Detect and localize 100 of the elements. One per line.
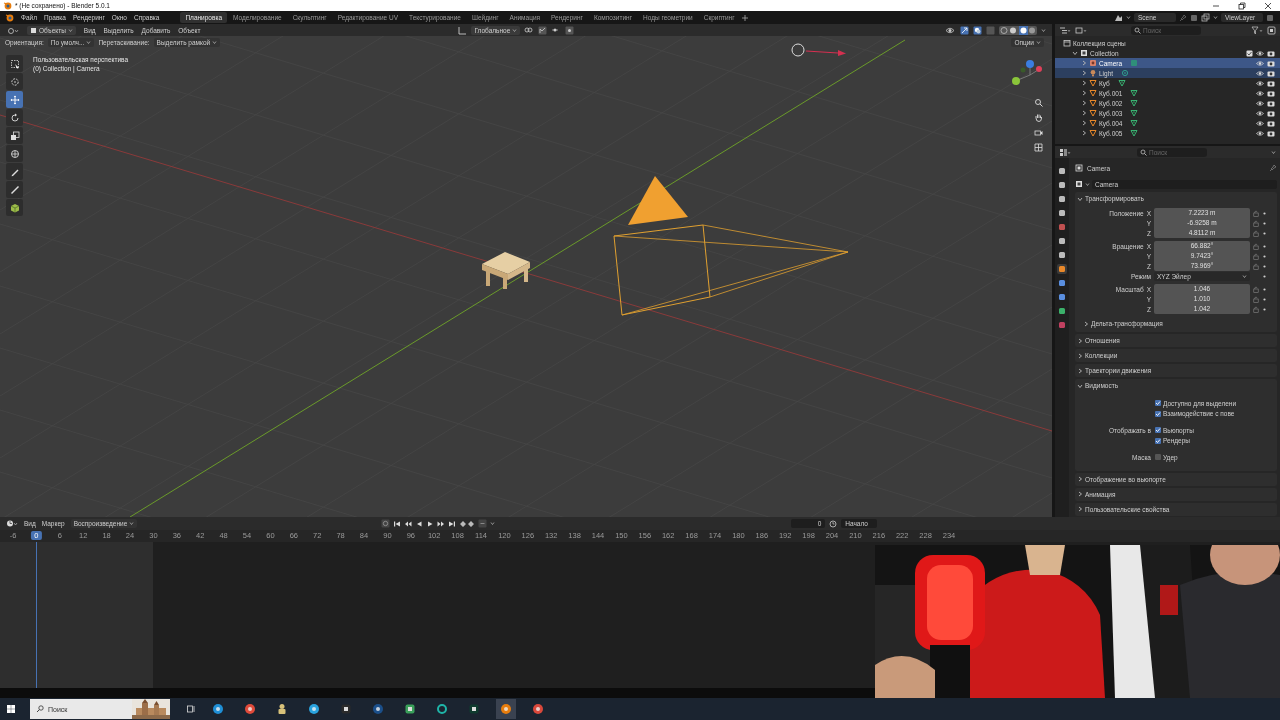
prev-keyframe-icon[interactable] xyxy=(404,519,413,528)
eye-icon[interactable] xyxy=(1256,69,1264,77)
properties-type-icon[interactable] xyxy=(1059,147,1071,157)
mesh-data-icon[interactable] xyxy=(1117,79,1126,87)
keyframe-dot-icon[interactable] xyxy=(1262,306,1267,312)
mesh-data-icon[interactable] xyxy=(1130,129,1139,137)
eye-icon[interactable] xyxy=(1256,59,1264,67)
overlay-icon[interactable] xyxy=(973,25,982,35)
properties-tab-icon[interactable] xyxy=(1057,180,1067,190)
eye-icon[interactable] xyxy=(1256,49,1264,57)
camera-icon[interactable] xyxy=(1267,49,1275,57)
chevron-icon[interactable] xyxy=(1072,50,1078,56)
properties-tab-icon[interactable] xyxy=(1057,208,1067,218)
tool-button[interactable] xyxy=(6,55,23,72)
tool-button[interactable] xyxy=(6,181,23,198)
checkbox-icon[interactable] xyxy=(1246,49,1253,57)
hand-icon[interactable] xyxy=(1034,113,1043,122)
mesh-data-icon[interactable] xyxy=(1130,109,1139,117)
keyframe-icon[interactable] xyxy=(459,519,476,528)
camera-icon[interactable] xyxy=(1267,79,1275,87)
tool-button[interactable] xyxy=(6,199,23,216)
camera-wireframe[interactable] xyxy=(613,176,849,316)
chevron-icon[interactable] xyxy=(1077,476,1083,482)
restore-icon[interactable] xyxy=(1238,1,1246,10)
chevron-icon[interactable] xyxy=(1077,352,1083,359)
tool-button[interactable] xyxy=(6,145,23,162)
chevron-icon[interactable] xyxy=(1077,337,1083,344)
outliner-type-icon[interactable] xyxy=(1059,25,1071,35)
camera-icon[interactable] xyxy=(1267,89,1275,97)
eye-icon[interactable] xyxy=(1256,119,1264,127)
skip-start-icon[interactable] xyxy=(393,519,402,528)
zoom-icon[interactable] xyxy=(1034,98,1043,107)
properties-tab-icon[interactable] xyxy=(1057,166,1067,176)
camera-icon[interactable] xyxy=(1267,109,1275,117)
properties-tab-icon[interactable] xyxy=(1057,236,1067,246)
camera-icon[interactable] xyxy=(1267,129,1275,137)
properties-tab-icon[interactable] xyxy=(1057,250,1067,260)
link-icon[interactable] xyxy=(524,26,535,34)
eye-icon[interactable] xyxy=(1256,89,1264,97)
chevron-icon[interactable] xyxy=(1077,506,1083,512)
properties-tab-icon[interactable] xyxy=(1057,264,1067,274)
grid-icon[interactable] xyxy=(1034,143,1043,152)
light-gizmo[interactable] xyxy=(791,43,805,57)
skip-end-icon[interactable] xyxy=(448,519,457,528)
new-collection-icon[interactable] xyxy=(1267,25,1276,35)
display-mode-icon[interactable] xyxy=(1075,25,1087,35)
camera-icon[interactable] xyxy=(1267,59,1275,67)
mesh-data-icon[interactable] xyxy=(1130,99,1139,107)
pin-icon[interactable] xyxy=(1269,164,1277,172)
properties-tab-icon[interactable] xyxy=(1057,278,1067,288)
chevron-icon[interactable] xyxy=(1077,382,1083,389)
chevron-icon[interactable] xyxy=(1081,130,1087,136)
play-icon[interactable] xyxy=(426,519,435,528)
keyframe-dot-icon[interactable] xyxy=(1262,296,1267,302)
keyframe-dot-icon[interactable] xyxy=(1262,210,1267,216)
copy-icon[interactable] xyxy=(1190,13,1198,22)
mesh-data-icon[interactable] xyxy=(1130,119,1139,127)
keyframe-dot-icon[interactable] xyxy=(1262,253,1267,259)
keyframe-dot-icon[interactable] xyxy=(1262,286,1267,292)
play-reverse-icon[interactable] xyxy=(415,519,424,528)
properties-tab-icon[interactable] xyxy=(1057,292,1067,302)
visibility-icon[interactable] xyxy=(945,25,956,35)
properties-tab-icon[interactable] xyxy=(1057,194,1067,204)
layers-icon[interactable] xyxy=(1201,13,1210,22)
record-icon[interactable] xyxy=(381,519,391,528)
orientation-icon[interactable] xyxy=(458,25,468,35)
camera-icon[interactable] xyxy=(1267,69,1275,77)
keyframe-dot-icon[interactable] xyxy=(1262,263,1267,269)
eye-icon[interactable] xyxy=(1256,109,1264,117)
gizmo-toggle-icon[interactable] xyxy=(960,25,969,35)
chevron-icon[interactable] xyxy=(1081,120,1087,126)
proportional-icon[interactable] xyxy=(565,25,575,35)
copy-icon[interactable] xyxy=(1266,13,1274,22)
keyframe-dot-icon[interactable] xyxy=(1262,243,1267,249)
tool-button[interactable] xyxy=(6,163,23,180)
next-keyframe-icon[interactable] xyxy=(437,519,446,528)
camera-icon[interactable] xyxy=(1267,99,1275,107)
editor-type-icon[interactable] xyxy=(6,519,18,528)
mesh-data-icon[interactable] xyxy=(1130,89,1139,97)
plus-icon[interactable] xyxy=(740,13,749,22)
properties-tab-icon[interactable] xyxy=(1057,222,1067,232)
chevron-icon[interactable] xyxy=(1083,320,1089,327)
eye-icon[interactable] xyxy=(1256,99,1264,107)
table-model[interactable] xyxy=(482,252,530,289)
navigation-gizmo[interactable] xyxy=(1012,60,1042,85)
tool-button[interactable] xyxy=(6,127,23,144)
task-view-icon[interactable] xyxy=(186,704,196,714)
scene-icon[interactable] xyxy=(1114,13,1123,22)
chevron-icon[interactable] xyxy=(1077,195,1083,202)
windows-start-icon[interactable] xyxy=(6,704,16,714)
close-icon[interactable] xyxy=(1264,1,1272,10)
eye-icon[interactable] xyxy=(1256,79,1264,87)
chevron-icon[interactable] xyxy=(1081,60,1087,66)
eye-icon[interactable] xyxy=(1256,129,1264,137)
editor-type-icon[interactable] xyxy=(7,25,19,35)
chevron-icon[interactable] xyxy=(1077,491,1083,497)
light-data-icon[interactable] xyxy=(1121,69,1130,77)
chevron-icon[interactable] xyxy=(1081,100,1087,106)
keyframe-dot-icon[interactable] xyxy=(1262,220,1267,226)
filter-icon[interactable] xyxy=(1251,25,1263,35)
